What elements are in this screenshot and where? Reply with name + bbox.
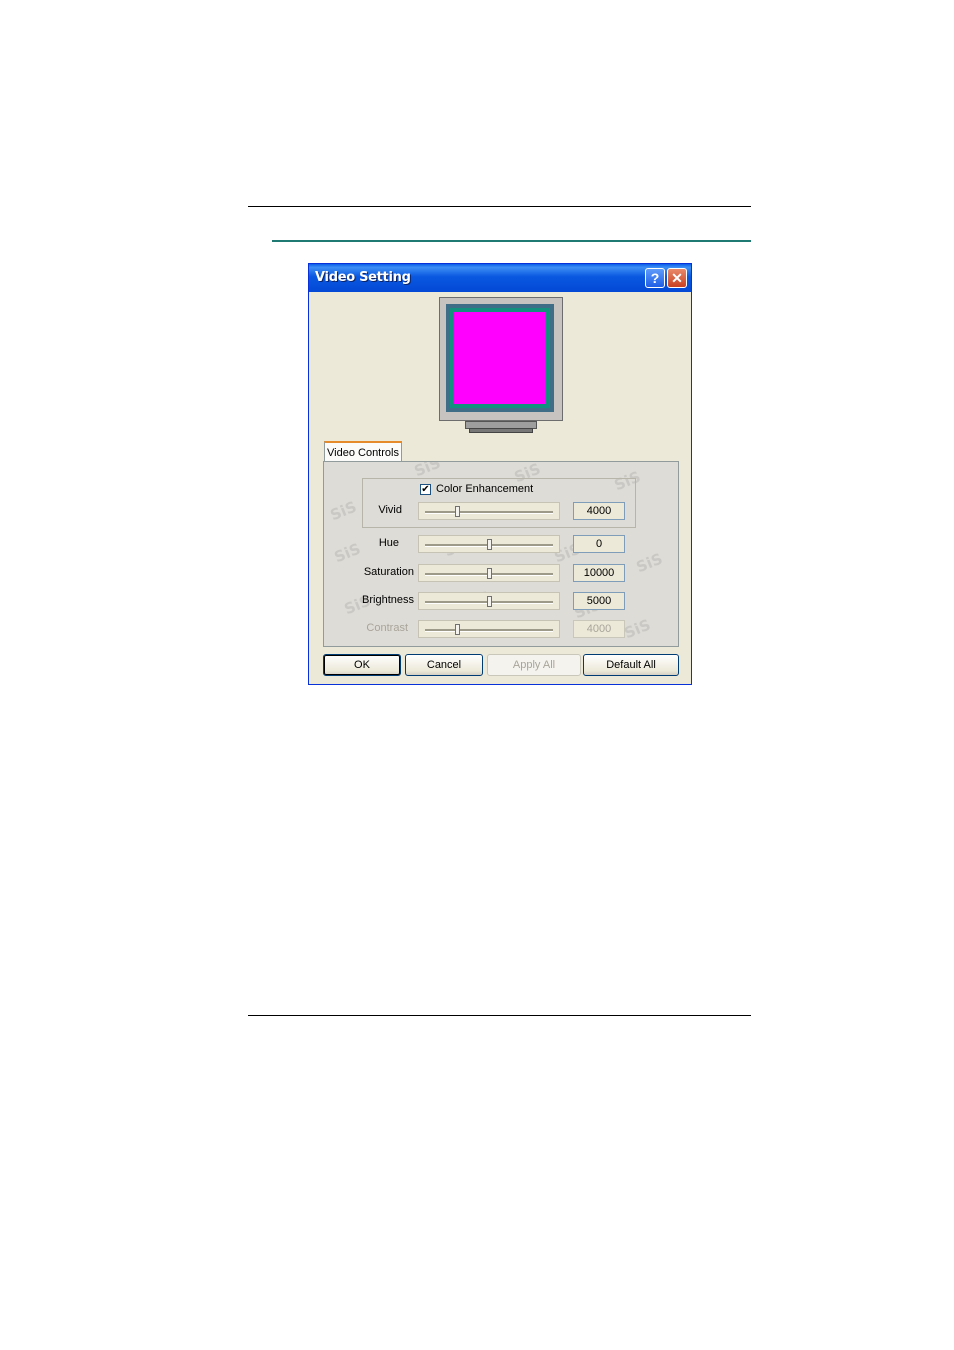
saturation-slider[interactable]	[418, 564, 560, 582]
sis-watermark: SiS	[633, 549, 666, 577]
contrast-value: 4000	[573, 620, 625, 638]
cancel-button[interactable]: Cancel	[405, 654, 483, 676]
top-rule	[248, 206, 751, 207]
slider-track	[425, 511, 553, 514]
hue-slider[interactable]	[418, 535, 560, 553]
monitor-base	[469, 428, 533, 433]
color-enhancement-checkbox[interactable]: ✔	[420, 484, 431, 495]
contrast-label: Contrast	[366, 622, 408, 634]
contrast-slider	[418, 620, 560, 638]
brightness-label: Brightness	[362, 594, 414, 606]
bottom-rule	[248, 1015, 751, 1016]
section-rule	[272, 240, 751, 242]
title-bar[interactable]: Video Setting ? ✕	[309, 264, 691, 292]
brightness-value[interactable]: 5000	[573, 592, 625, 610]
hue-value[interactable]: 0	[573, 535, 625, 553]
default-all-button[interactable]: Default All	[583, 654, 679, 676]
slider-thumb[interactable]	[487, 568, 492, 579]
hue-label: Hue	[378, 537, 399, 549]
slider-thumb[interactable]	[455, 506, 460, 517]
vivid-slider[interactable]	[418, 502, 560, 520]
monitor-screen	[450, 308, 550, 408]
slider-thumb	[455, 624, 460, 635]
sis-watermark: SiS	[621, 615, 654, 643]
vivid-value[interactable]: 4000	[573, 502, 625, 520]
dialog-title: Video Setting	[315, 270, 411, 285]
ok-button[interactable]: OK	[323, 654, 401, 676]
video-controls-panel: SiS SiS SiS SiS SiS SiS SiS SiS SiS SiS …	[323, 461, 679, 647]
slider-track	[425, 629, 553, 632]
color-enhancement-label: Color Enhancement	[436, 483, 534, 495]
brightness-slider[interactable]	[418, 592, 560, 610]
vivid-label: Vivid	[378, 504, 402, 516]
slider-thumb[interactable]	[487, 539, 492, 550]
help-icon[interactable]: ?	[645, 268, 665, 288]
monitor-preview	[439, 297, 563, 433]
close-icon[interactable]: ✕	[667, 268, 687, 288]
apply-all-button: Apply All	[487, 654, 581, 676]
saturation-label: Saturation	[363, 566, 414, 578]
tab-video-controls[interactable]: Video Controls	[324, 441, 402, 462]
video-setting-dialog: Video Setting ? ✕ Video Controls SiS SiS…	[308, 263, 692, 685]
slider-thumb[interactable]	[487, 596, 492, 607]
saturation-value[interactable]: 10000	[573, 564, 625, 582]
